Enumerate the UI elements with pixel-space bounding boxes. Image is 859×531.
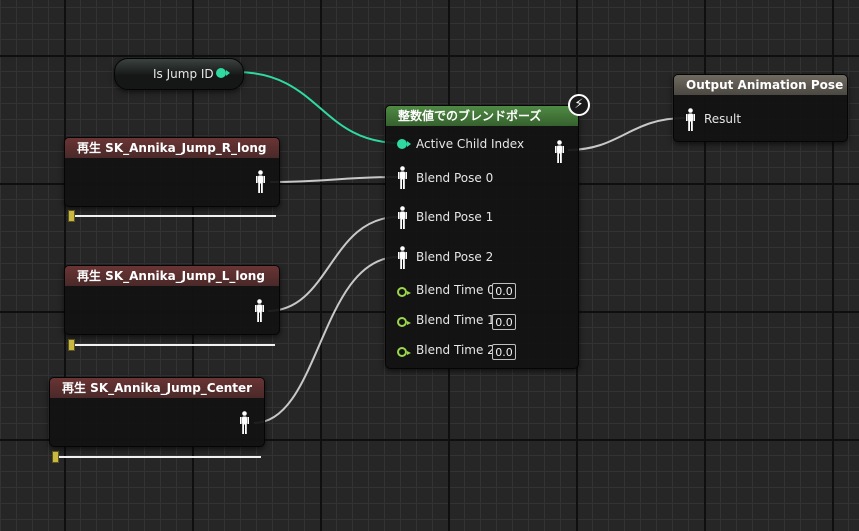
node-title: 再生 SK_Annika_Jump_L_long [65,266,279,286]
wire-pose-result[interactable] [567,117,686,151]
active-child-index-pin[interactable] [397,139,411,149]
person-figure-icon[interactable] [255,299,264,323]
blend-poses-by-int-node[interactable]: 整数値でのブレンドポーズ Active Child Index Blend Po… [385,105,579,369]
play-rate-slider-handle[interactable] [68,339,75,351]
lightning-icon: ⚡ [568,94,590,116]
wire-pose-l-long[interactable] [267,216,399,312]
node-title: 整数値でのブレンドポーズ [386,106,578,126]
person-figure-icon[interactable] [686,108,695,132]
wire-int-active-index[interactable] [235,71,401,144]
node-title: 再生 SK_Annika_Jump_R_long [65,138,279,158]
int-output-pin[interactable] [216,68,230,78]
result-pin-label: Result [704,112,742,126]
blend-time-pin[interactable] [397,317,411,327]
blend-time-label: Blend Time 1 [416,313,495,327]
node-title: 再生 SK_Annika_Jump_Center [50,378,264,398]
play-rate-slider-handle[interactable] [52,451,59,463]
person-figure-icon[interactable] [398,166,407,190]
play-rate-slider-track[interactable] [70,344,275,346]
node-title: Output Animation Pose [674,75,847,95]
blend-time-pin[interactable] [397,347,411,357]
wire-pose-r-long[interactable] [269,176,399,183]
active-child-index-label: Active Child Index [416,137,525,151]
person-figure-icon[interactable] [256,170,265,194]
blend-pose-label: Blend Pose 2 [416,250,494,264]
sequence-player-node-r-long[interactable]: 再生 SK_Annika_Jump_R_long [64,137,280,207]
play-rate-slider-track[interactable] [54,456,261,458]
play-rate-slider-handle[interactable] [68,210,75,222]
blend-time-label: Blend Time 0 [416,283,495,297]
variable-label: Is Jump ID [153,67,214,81]
person-figure-icon[interactable] [398,206,407,230]
sequence-player-node-l-long[interactable]: 再生 SK_Annika_Jump_L_long [64,265,280,335]
person-figure-icon[interactable] [555,140,564,164]
blend-time-pin[interactable] [397,287,411,297]
blend-pose-label: Blend Pose 1 [416,210,494,224]
play-rate-slider-track[interactable] [70,215,276,217]
blend-time-input[interactable]: 0.0 [492,283,516,299]
sequence-player-node-center[interactable]: 再生 SK_Annika_Jump_Center [49,377,265,447]
person-figure-icon[interactable] [398,246,407,270]
blend-time-label: Blend Time 2 [416,343,495,357]
blend-time-input[interactable]: 0.0 [492,314,516,330]
output-animation-pose-node[interactable]: Output Animation Pose Result [673,74,848,142]
person-figure-icon[interactable] [240,411,249,435]
blend-pose-label: Blend Pose 0 [416,171,494,185]
is-jump-id-variable-node[interactable]: Is Jump ID [114,58,244,90]
blend-time-input[interactable]: 0.0 [492,344,516,360]
